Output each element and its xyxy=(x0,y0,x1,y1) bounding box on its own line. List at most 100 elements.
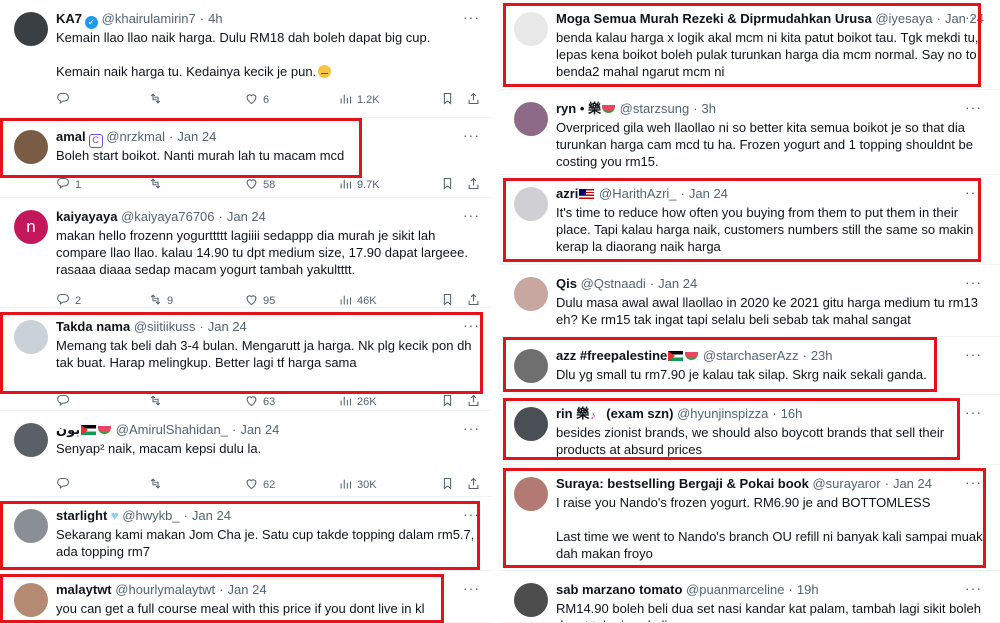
avatar[interactable] xyxy=(14,320,48,354)
share-icon[interactable] xyxy=(466,176,481,194)
views-button[interactable]: 26K xyxy=(338,393,377,411)
views-icon[interactable] xyxy=(338,476,353,494)
reply-button[interactable] xyxy=(56,91,75,109)
display-name[interactable]: Moga Semua Murah Rezeki & Diprmudahkan U… xyxy=(556,11,872,26)
timestamp[interactable]: Jan 24 xyxy=(893,476,932,491)
tweet-card[interactable]: sab marzano tomato @puanmarceline · 19h ···… xyxy=(500,571,1000,623)
timestamp[interactable]: Jan 24 xyxy=(227,209,266,224)
bookmark-icon[interactable] xyxy=(440,91,455,109)
more-options-icon[interactable]: ··· xyxy=(463,9,480,25)
more-options-icon[interactable]: ··· xyxy=(965,99,982,115)
views-button[interactable]: 9.7K xyxy=(338,176,380,194)
share-icon[interactable] xyxy=(466,91,481,109)
user-handle[interactable]: @khairulamirin7 xyxy=(102,11,196,26)
timestamp[interactable]: Jan 24 xyxy=(208,319,247,334)
share-button[interactable] xyxy=(466,393,481,411)
timestamp[interactable]: Jan 24 xyxy=(658,276,697,291)
bookmark-button[interactable] xyxy=(440,476,455,494)
retweet-button[interactable] xyxy=(148,393,167,411)
more-options-icon[interactable]: ··· xyxy=(965,580,982,596)
more-options-icon[interactable]: ··· xyxy=(463,317,480,333)
reply-button[interactable]: 1 xyxy=(56,176,81,194)
avatar[interactable] xyxy=(514,102,548,136)
timestamp[interactable]: 16h xyxy=(781,406,803,421)
views-button[interactable]: 1.2K xyxy=(338,91,380,109)
avatar[interactable] xyxy=(514,407,548,441)
more-options-icon[interactable]: ··· xyxy=(965,184,982,200)
bookmark-icon[interactable] xyxy=(440,176,455,194)
avatar[interactable] xyxy=(514,583,548,617)
avatar[interactable] xyxy=(514,277,548,311)
display-name[interactable]: azri xyxy=(556,186,578,201)
share-button[interactable] xyxy=(466,176,481,194)
share-button[interactable] xyxy=(466,476,481,494)
avatar[interactable] xyxy=(514,12,548,46)
timestamp[interactable]: 3h xyxy=(702,101,716,116)
like-button[interactable]: 62 xyxy=(244,476,275,494)
user-handle[interactable]: @starchaserAzz xyxy=(703,348,799,363)
more-options-icon[interactable]: ··· xyxy=(463,506,480,522)
display-name[interactable]: starlight xyxy=(56,508,107,523)
user-handle[interactable]: @starzsung xyxy=(620,101,690,116)
user-handle[interactable]: @iyesaya xyxy=(875,11,932,26)
avatar[interactable] xyxy=(14,130,48,164)
user-handle[interactable]: @hyunjinspizza xyxy=(677,406,768,421)
tweet-card[interactable]: بون @AmirulShahidan_ · Jan 24 ··· Senyap² na… xyxy=(0,411,492,497)
display-name[interactable]: ryn • 樂 xyxy=(556,101,601,116)
timestamp[interactable]: 19h xyxy=(797,582,819,597)
timestamp[interactable]: 4h xyxy=(208,11,222,26)
display-name[interactable]: Qis xyxy=(556,276,577,291)
user-handle[interactable]: @puanmarceline xyxy=(686,582,784,597)
timestamp[interactable]: Jan 24 xyxy=(240,422,279,437)
bookmark-button[interactable] xyxy=(440,91,455,109)
timestamp[interactable]: Jan 24 xyxy=(177,129,216,144)
more-options-icon[interactable]: ··· xyxy=(965,474,982,490)
more-options-icon[interactable]: ··· xyxy=(965,404,982,420)
display-name[interactable]: malaytwt xyxy=(56,582,112,597)
tweet-card[interactable]: Moga Semua Murah Rezeki & Diprmudahkan U… xyxy=(500,0,1000,90)
reply-button[interactable] xyxy=(56,393,75,411)
retweet-icon[interactable] xyxy=(148,476,163,494)
user-handle[interactable]: @HarithAzri_ xyxy=(599,186,677,201)
tweet-card[interactable]: Suraya: bestselling Bergaji & Pokai book… xyxy=(500,465,1000,571)
tweet-card[interactable]: malaytwt @hourlymalaytwt · Jan 24 ··· you ca… xyxy=(0,571,492,623)
tweet-card[interactable]: amal C @nrzkmal · Jan 24 ··· Boleh start boik… xyxy=(0,118,492,198)
share-button[interactable] xyxy=(466,91,481,109)
avatar[interactable] xyxy=(514,187,548,221)
timestamp[interactable]: Jan 24 xyxy=(689,186,728,201)
bookmark-button[interactable] xyxy=(440,176,455,194)
avatar[interactable] xyxy=(14,583,48,617)
reply-icon[interactable] xyxy=(56,393,71,411)
like-icon[interactable] xyxy=(244,476,259,494)
avatar[interactable] xyxy=(514,349,548,383)
tweet-card[interactable]: azz #freepalestine @starchaserAzz · 23h ···… xyxy=(500,337,1000,395)
tweet-card[interactable]: Qis @Qstnaadi · Jan 24 ··· Dulu masa awal aw… xyxy=(500,265,1000,337)
more-options-icon[interactable]: ··· xyxy=(463,207,480,223)
more-options-icon[interactable]: ··· xyxy=(463,420,480,436)
tweet-card[interactable]: rin 樂♪ (exam szn) @hyunjinspizza · 16h ··· be… xyxy=(500,395,1000,465)
tweet-card[interactable]: azri @HarithAzri_ · Jan 24 ··· It's time to … xyxy=(500,175,1000,265)
bookmark-icon[interactable] xyxy=(440,476,455,494)
user-handle[interactable]: @nrzkmal xyxy=(106,129,165,144)
user-handle[interactable]: @siitiikuss xyxy=(134,319,196,334)
user-handle[interactable]: @surayaror xyxy=(812,476,880,491)
display-name[interactable]: azz #freepalestine xyxy=(556,348,667,363)
user-handle[interactable]: @Qstnaadi xyxy=(581,276,646,291)
display-name[interactable]: بون xyxy=(56,422,80,437)
avatar[interactable] xyxy=(514,477,548,511)
reply-icon[interactable] xyxy=(56,176,71,194)
like-button[interactable]: 63 xyxy=(244,393,275,411)
retweet-icon[interactable] xyxy=(148,393,163,411)
timestamp[interactable]: 23h xyxy=(811,348,833,363)
display-name[interactable]: sab marzano tomato xyxy=(556,582,682,597)
reply-icon[interactable] xyxy=(56,91,71,109)
tweet-card[interactable]: Takda nama @siitiikuss · Jan 24 ··· Memang t… xyxy=(0,308,492,411)
user-handle[interactable]: @hwykb_ xyxy=(122,508,179,523)
display-name[interactable]: rin 樂 xyxy=(556,406,589,421)
avatar[interactable] xyxy=(14,509,48,543)
share-icon[interactable] xyxy=(466,476,481,494)
tweet-card[interactable]: n kaiyayaya @kaiyaya76706 · Jan 24 ··· makan … xyxy=(0,198,492,308)
user-handle[interactable]: @hourlymalaytwt xyxy=(115,582,215,597)
display-name[interactable]: Suraya: bestselling Bergaji & Pokai book xyxy=(556,476,809,491)
views-icon[interactable] xyxy=(338,393,353,411)
